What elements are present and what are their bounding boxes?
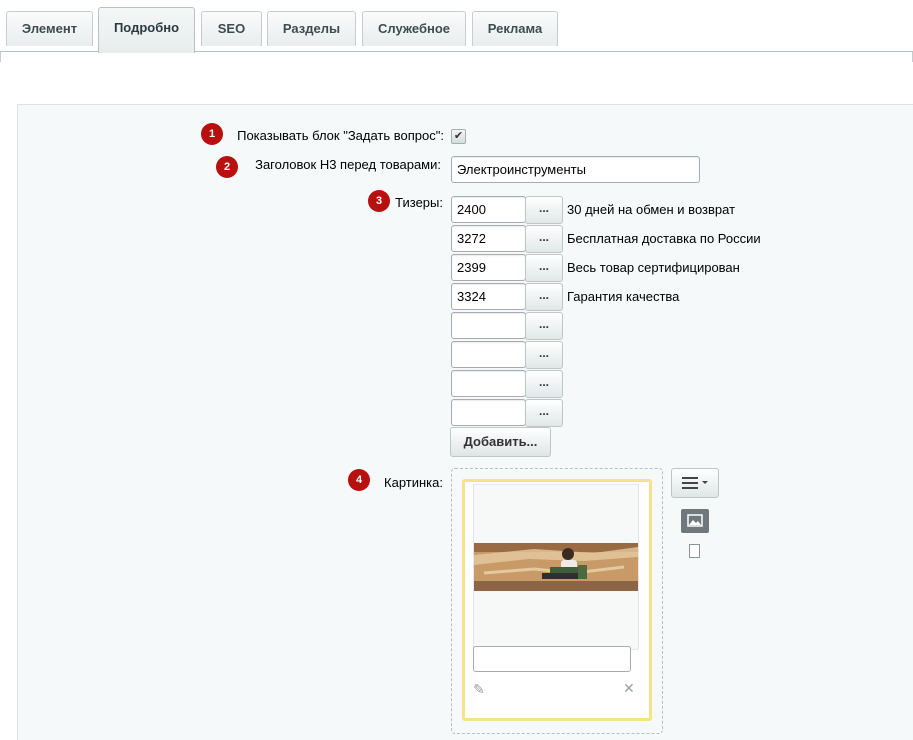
image-menu-button[interactable] [671, 468, 719, 498]
pencil-icon[interactable]: ✎ [473, 681, 485, 698]
teaser-id-input[interactable] [451, 370, 526, 397]
tab-sections[interactable]: Разделы [267, 11, 356, 46]
teaser-id-input[interactable]: 3272 [451, 225, 526, 252]
teaser-select-button[interactable]: ... [525, 196, 563, 224]
image-photo [474, 543, 638, 591]
teaser-id-input[interactable] [451, 399, 526, 426]
teaser-description: Бесплатная доставка по России [567, 231, 761, 246]
field-label-teasers: Тизеры: [395, 195, 443, 210]
checkmark-icon: ✔ [453, 130, 464, 142]
teaser-select-button[interactable]: ... [525, 341, 563, 369]
form-panel: 1 Показывать блок "Задать вопрос": ✔ 2 З… [17, 104, 913, 740]
close-icon[interactable]: ✕ [623, 680, 635, 697]
photo-illustration [474, 543, 638, 591]
teaser-select-button[interactable]: ... [525, 225, 563, 253]
image-icon [687, 514, 703, 527]
tab-sub-bar [0, 52, 913, 62]
tab-details[interactable]: Подробно [98, 7, 195, 53]
tab-service[interactable]: Служебное [362, 11, 466, 46]
image-card: ✎ ✕ [462, 479, 652, 721]
ask-question-checkbox[interactable]: ✔ [451, 129, 466, 144]
field-label-h3-heading: Заголовок H3 перед товарами: [255, 157, 441, 172]
teaser-select-button[interactable]: ... [525, 370, 563, 398]
teaser-description: Гарантия качества [567, 289, 680, 304]
teaser-select-button[interactable]: ... [525, 312, 563, 340]
teaser-select-button[interactable]: ... [525, 283, 563, 311]
h3-heading-input[interactable]: Электроинструменты [451, 156, 700, 183]
tab-seo[interactable]: SEO [201, 11, 262, 46]
field-label-ask-question: Показывать блок "Задать вопрос": [237, 128, 444, 143]
teaser-id-input[interactable] [451, 312, 526, 339]
field-number-badge: 4 [348, 469, 370, 491]
teaser-id-input[interactable]: 2399 [451, 254, 526, 281]
field-number-badge: 1 [201, 123, 223, 145]
teaser-id-input[interactable]: 2400 [451, 196, 526, 223]
teaser-description: 30 дней на обмен и возврат [567, 202, 736, 217]
tab-element[interactable]: Элемент [6, 11, 93, 46]
image-mode-button[interactable] [681, 509, 709, 533]
teaser-select-button[interactable]: ... [525, 254, 563, 282]
hamburger-menu-icon [682, 477, 708, 489]
add-teaser-button[interactable]: Добавить... [450, 427, 551, 457]
file-icon[interactable] [689, 544, 700, 558]
teaser-id-input[interactable]: 3324 [451, 283, 526, 310]
teaser-id-input[interactable] [451, 341, 526, 368]
field-number-badge: 2 [216, 156, 238, 178]
tab-advertising[interactable]: Реклама [472, 11, 558, 46]
image-dropzone[interactable]: ✎ ✕ [451, 468, 663, 734]
teaser-select-button[interactable]: ... [525, 399, 563, 427]
image-description-input[interactable] [473, 646, 631, 672]
field-label-picture: Картинка: [384, 475, 443, 490]
image-preview[interactable] [473, 484, 639, 650]
field-number-badge: 3 [368, 190, 390, 212]
teaser-description: Весь товар сертифицирован [567, 260, 740, 275]
tab-bar: Элемент Подробно SEO Разделы Служебное Р… [0, 0, 913, 53]
